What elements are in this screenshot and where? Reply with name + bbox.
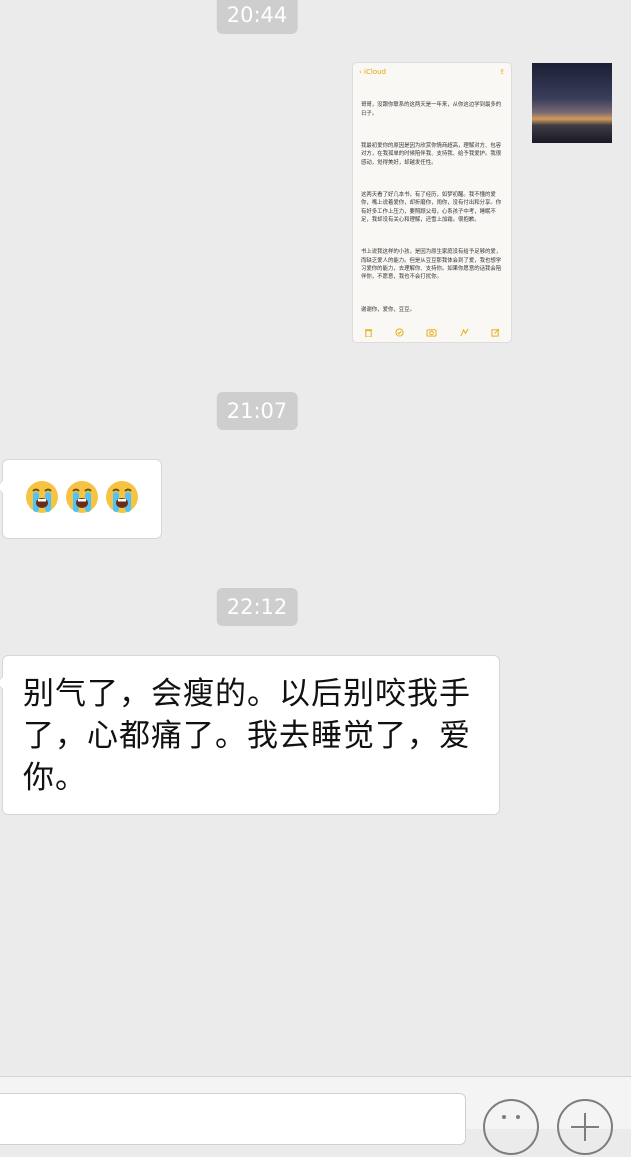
plus-icon [571,1113,599,1141]
notes-back-label: iCloud [364,68,386,76]
notes-paragraph: 哥哥，没跟你联系的这两天是一年来，从你这边学到最多的日子。 [361,102,502,117]
notes-paragraph: 这两天看了好几本书，有了经历，如梦初醒。我不懂的爱你，嘴上说着爱你，却折磨你，闹… [361,192,502,223]
message-text: 别气了，会瘦的。以后别咬我手了，心都痛了。我去睡觉了，爱你。 [23,676,471,796]
emoji-icon [502,1115,520,1119]
timestamp-badge: 20:44 [216,0,298,34]
loudly-crying-face-icon [105,480,139,514]
timestamp-badge: 22:12 [216,588,298,626]
notes-paragraph: 我最初爱你的原因是因为欣赏你情商超高，理解对方、包容对方，在我孤单的时候陪伴我、… [361,143,502,166]
trash-icon [364,328,373,337]
message-input[interactable] [0,1093,466,1145]
more-button[interactable] [557,1099,613,1155]
loudly-crying-face-icon [25,480,59,514]
back-chevron-icon: ‹ [359,68,362,76]
text-message-bubble[interactable]: 别气了，会瘦的。以后别咬我手了，心都痛了。我去睡觉了，爱你。 [0,655,500,815]
sketch-icon [460,328,469,336]
share-icon: ⇪ [499,68,505,76]
camera-icon [427,328,437,337]
notes-body: 哥哥，没跟你联系的这两天是一年来，从你这边学到最多的日子。 我最初爱你的原因是因… [353,81,511,342]
notes-back: ‹ iCloud [359,68,386,76]
emoji-button[interactable] [483,1099,539,1155]
checklist-icon [395,327,404,337]
chat-input-bar [0,1076,631,1155]
notes-bottom-toolbar [353,324,511,340]
notes-paragraph: 谢谢你，爱你，豆豆。 [361,306,415,313]
compose-icon [491,328,500,337]
notes-paragraph: 书上说我这样的小孩，是因为原生家庭没有给予足够的爱，而缺乏爱人的能力。但是从豆豆… [361,249,502,281]
loudly-crying-face-icon [65,480,99,514]
image-message-notes-screenshot[interactable]: ‹ iCloud ⇪ 哥哥，没跟你联系的这两天是一年来，从你这边学到最多的日子。… [352,62,512,343]
timestamp-badge: 21:07 [216,392,298,430]
notes-toolbar: ‹ iCloud ⇪ [353,63,511,81]
emoji-message-bubble[interactable] [0,459,162,539]
avatar[interactable] [532,63,612,143]
emoji-row [3,460,161,534]
